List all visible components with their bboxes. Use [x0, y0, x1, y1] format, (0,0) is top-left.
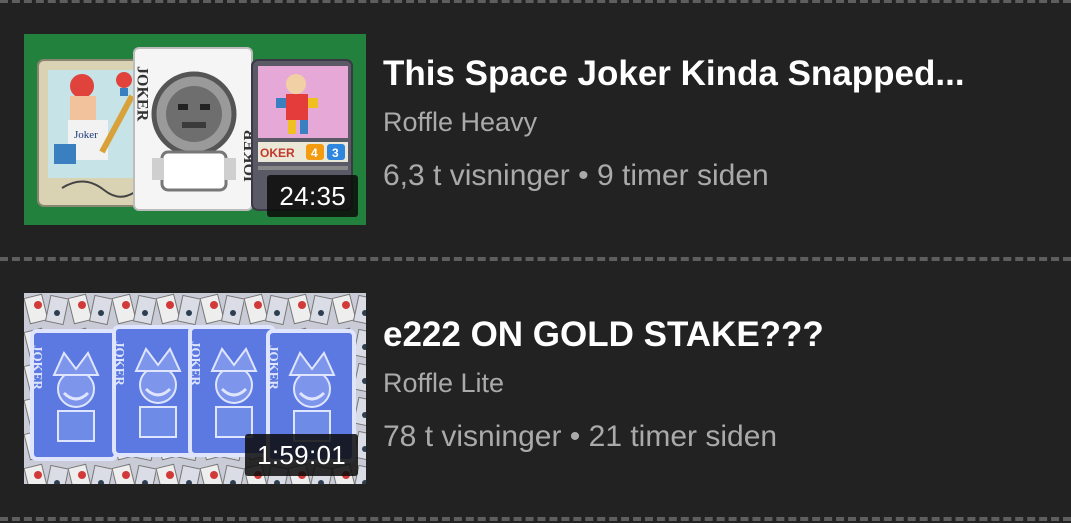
meta-separator: • — [569, 420, 581, 453]
video-item[interactable]: JOKER JOKER JOKER JOKER 1:59:01 e222 ON … — [0, 260, 1071, 516]
channel-name[interactable]: Roffle Lite — [383, 366, 1051, 400]
divider-bottom — [0, 517, 1071, 521]
duration-badge: 24:35 — [267, 175, 358, 217]
space-joker-card-icon: JOKER JOKER — [133, 47, 259, 211]
meta-separator: • — [578, 159, 589, 192]
svg-text:JOKER: JOKER — [189, 341, 204, 386]
svg-text:3: 3 — [332, 146, 339, 160]
svg-text:JOKER: JOKER — [134, 66, 151, 122]
video-item[interactable]: Joker JOKER JOKER OKER 4 3 24:35 This Sp… — [0, 0, 1071, 256]
duration-badge: 1:59:01 — [245, 434, 358, 476]
svg-text:JOKER: JOKER — [267, 345, 282, 390]
svg-text:Joker: Joker — [74, 129, 98, 141]
video-info: e222 ON GOLD STAKE??? Roffle Lite 78 t v… — [383, 313, 1051, 455]
channel-name[interactable]: Roffle Heavy — [383, 105, 1051, 139]
joker-card-icon: JOKER — [112, 325, 200, 457]
svg-text:JOKER: JOKER — [113, 341, 128, 386]
video-title[interactable]: This Space Joker Kinda Snapped... — [383, 52, 1051, 96]
video-title[interactable]: e222 ON GOLD STAKE??? — [383, 313, 1051, 357]
video-thumbnail[interactable]: JOKER JOKER JOKER JOKER 1:59:01 — [24, 293, 366, 484]
joker-card-icon: JOKER — [30, 329, 118, 461]
video-meta: 78 t visninger • 21 timer siden — [383, 419, 1051, 455]
video-meta: 6,3 t visninger • 9 timer siden — [383, 158, 1051, 194]
video-thumbnail[interactable]: Joker JOKER JOKER OKER 4 3 24:35 — [24, 34, 366, 225]
upload-age: 21 timer siden — [588, 420, 778, 453]
video-info: This Space Joker Kinda Snapped... Roffle… — [383, 52, 1051, 194]
video-list: Joker JOKER JOKER OKER 4 3 24:35 This Sp… — [0, 0, 1071, 523]
svg-text:OKER: OKER — [260, 146, 295, 160]
view-count: 78 t visninger — [383, 420, 562, 453]
upload-age: 9 timer siden — [596, 159, 769, 192]
view-count: 6,3 t visninger — [383, 159, 570, 192]
svg-text:JOKER: JOKER — [31, 345, 46, 390]
svg-text:4: 4 — [311, 146, 318, 160]
